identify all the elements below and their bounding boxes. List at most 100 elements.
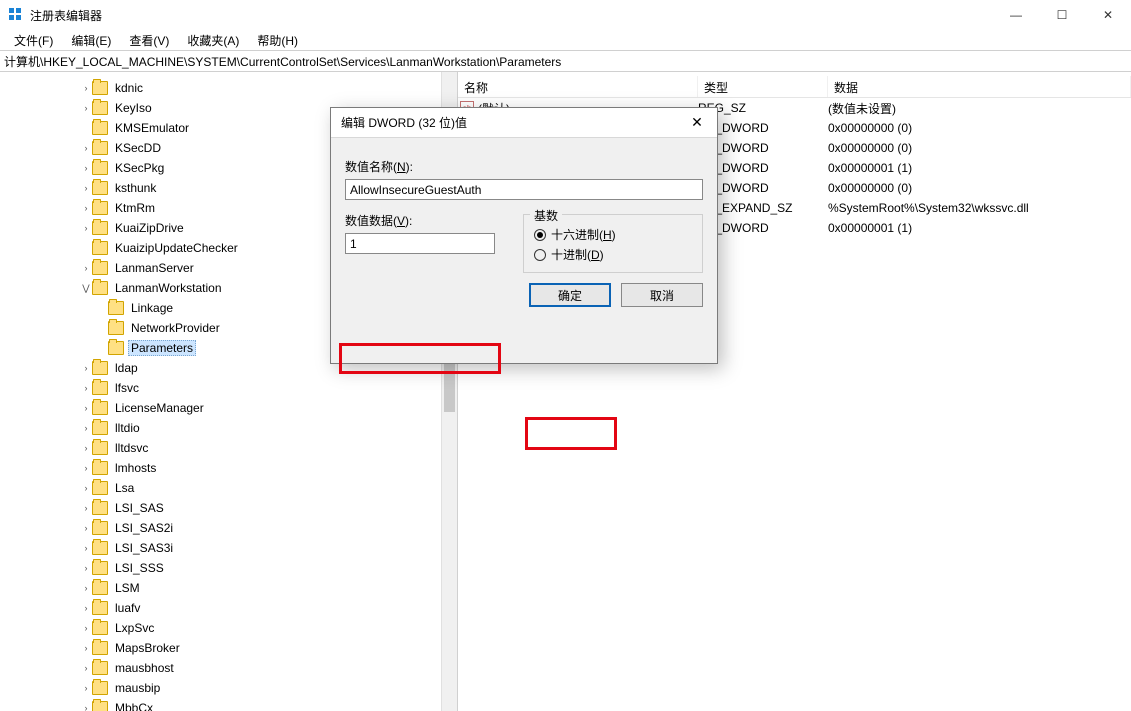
tree-item-label: mausbhost xyxy=(112,660,177,676)
folder-icon xyxy=(92,201,108,215)
tree-item-label: KSecDD xyxy=(112,140,164,156)
folder-icon xyxy=(92,641,108,655)
base-legend: 基数 xyxy=(530,207,562,224)
tree-item-lsi_sss[interactable]: ›LSI_SSS xyxy=(0,558,457,578)
expand-icon[interactable]: › xyxy=(80,363,92,373)
expand-icon[interactable]: › xyxy=(80,423,92,433)
tree-item-label: ksthunk xyxy=(112,180,159,196)
close-button[interactable]: ✕ xyxy=(1085,0,1131,30)
tree-item-lsi_sas3i[interactable]: ›LSI_SAS3i xyxy=(0,538,457,558)
expand-icon[interactable]: › xyxy=(80,403,92,413)
radio-hex[interactable]: 十六进制(H) xyxy=(534,226,692,243)
tree-item-label: luafv xyxy=(112,600,143,616)
value-data: (数值未设置) xyxy=(828,100,1131,117)
tree-item-label: MbbCx xyxy=(112,700,156,711)
expand-icon[interactable]: › xyxy=(80,443,92,453)
folder-icon xyxy=(92,361,108,375)
value-data-label: 数值数据(V): xyxy=(345,212,495,229)
maximize-button[interactable]: ☐ xyxy=(1039,0,1085,30)
tree-item-lsi_sas[interactable]: › LSI_SAS xyxy=(0,498,457,518)
menu-help[interactable]: 帮助(H) xyxy=(249,30,306,51)
minimize-button[interactable]: — xyxy=(993,0,1039,30)
tree-item-label: NetworkProvider xyxy=(128,320,223,336)
col-name[interactable]: 名称 xyxy=(458,76,698,97)
expand-icon[interactable]: › xyxy=(80,603,92,613)
tree-item-lsm[interactable]: › LSM xyxy=(0,578,457,598)
list-header: 名称 类型 数据 xyxy=(458,76,1131,98)
tree-item-kdnic[interactable]: › kdnic xyxy=(0,78,457,98)
folder-icon xyxy=(92,161,108,175)
expand-icon[interactable]: › xyxy=(80,663,92,673)
tree-item-lfsvc[interactable]: ›lfsvc xyxy=(0,378,457,398)
tree-item-label: LSI_SAS xyxy=(112,500,167,516)
window-controls: — ☐ ✕ xyxy=(993,0,1131,30)
expand-icon[interactable]: › xyxy=(80,703,92,711)
col-type[interactable]: 类型 xyxy=(698,76,828,97)
expand-icon[interactable]: › xyxy=(80,543,92,553)
radio-dec[interactable]: 十进制(D) xyxy=(534,246,692,263)
menu-favorites[interactable]: 收藏夹(A) xyxy=(179,30,247,51)
addressbar[interactable]: 计算机\HKEY_LOCAL_MACHINE\SYSTEM\CurrentCon… xyxy=(0,50,1131,72)
expand-icon[interactable]: › xyxy=(80,263,92,273)
tree-item-licensemanager[interactable]: ›LicenseManager xyxy=(0,398,457,418)
menubar: 文件(F) 编辑(E) 查看(V) 收藏夹(A) 帮助(H) xyxy=(0,30,1131,50)
value-data: 0x00000000 (0) xyxy=(828,121,1131,135)
tree-item-label: Parameters xyxy=(128,340,196,356)
tree-item-mapsbroker[interactable]: ›MapsBroker xyxy=(0,638,457,658)
expand-icon[interactable]: › xyxy=(80,183,92,193)
expand-icon[interactable]: › xyxy=(80,203,92,213)
expand-icon[interactable]: › xyxy=(80,623,92,633)
expand-icon[interactable]: › xyxy=(80,83,92,93)
folder-icon xyxy=(92,441,108,455)
dialog-close-button[interactable]: ✕ xyxy=(677,108,717,138)
expand-icon[interactable]: › xyxy=(80,563,92,573)
value-data-input[interactable] xyxy=(345,233,495,254)
tree-item-mausbip[interactable]: ›mausbip xyxy=(0,678,457,698)
folder-icon xyxy=(108,301,124,315)
expand-icon[interactable]: › xyxy=(80,383,92,393)
folder-icon xyxy=(92,621,108,635)
expand-icon[interactable]: › xyxy=(80,683,92,693)
tree-item-lmhosts[interactable]: ›lmhosts xyxy=(0,458,457,478)
tree-item-label: LSM xyxy=(112,580,143,596)
tree-item-lxpsvc[interactable]: › LxpSvc xyxy=(0,618,457,638)
expand-icon[interactable]: › xyxy=(80,483,92,493)
expand-icon[interactable]: › xyxy=(80,523,92,533)
cancel-button[interactable]: 取消 xyxy=(621,283,703,307)
tree-item-mbbcx[interactable]: › MbbCx xyxy=(0,698,457,711)
tree-item-label: LxpSvc xyxy=(112,620,157,636)
expand-icon[interactable]: › xyxy=(80,223,92,233)
titlebar: 注册表编辑器 — ☐ ✕ xyxy=(0,0,1131,30)
expand-icon[interactable]: › xyxy=(80,583,92,593)
tree-item-label: kdnic xyxy=(112,80,146,96)
expand-icon[interactable]: › xyxy=(80,103,92,113)
expand-icon[interactable]: › xyxy=(80,163,92,173)
window-title: 注册表编辑器 xyxy=(30,7,993,24)
expand-icon[interactable]: › xyxy=(80,643,92,653)
menu-edit[interactable]: 编辑(E) xyxy=(63,30,119,51)
tree-item-luafv[interactable]: › luafv xyxy=(0,598,457,618)
dialog-titlebar[interactable]: 编辑 DWORD (32 位)值 ✕ xyxy=(331,108,717,138)
tree-item-label: KtmRm xyxy=(112,200,158,216)
expand-icon[interactable]: › xyxy=(80,463,92,473)
folder-icon xyxy=(92,541,108,555)
folder-icon xyxy=(92,121,108,135)
tree-item-lsa[interactable]: ›Lsa xyxy=(0,478,457,498)
folder-icon xyxy=(92,581,108,595)
expand-icon[interactable]: › xyxy=(80,503,92,513)
tree-item-mausbhost[interactable]: › mausbhost xyxy=(0,658,457,678)
tree-item-lltdsvc[interactable]: ›lltdsvc xyxy=(0,438,457,458)
folder-icon xyxy=(92,281,108,295)
expand-icon[interactable]: › xyxy=(80,143,92,153)
ok-button[interactable]: 确定 xyxy=(529,283,611,307)
menu-file[interactable]: 文件(F) xyxy=(6,30,61,51)
menu-view[interactable]: 查看(V) xyxy=(121,30,177,51)
tree-item-lltdio[interactable]: ›lltdio xyxy=(0,418,457,438)
col-data[interactable]: 数据 xyxy=(828,76,1131,97)
expand-icon[interactable]: ⋁ xyxy=(80,283,92,294)
folder-icon xyxy=(92,381,108,395)
value-data: %SystemRoot%\System32\wkssvc.dll xyxy=(828,201,1131,215)
folder-icon xyxy=(92,521,108,535)
folder-icon xyxy=(92,481,108,495)
tree-item-lsi_sas2i[interactable]: ›LSI_SAS2i xyxy=(0,518,457,538)
